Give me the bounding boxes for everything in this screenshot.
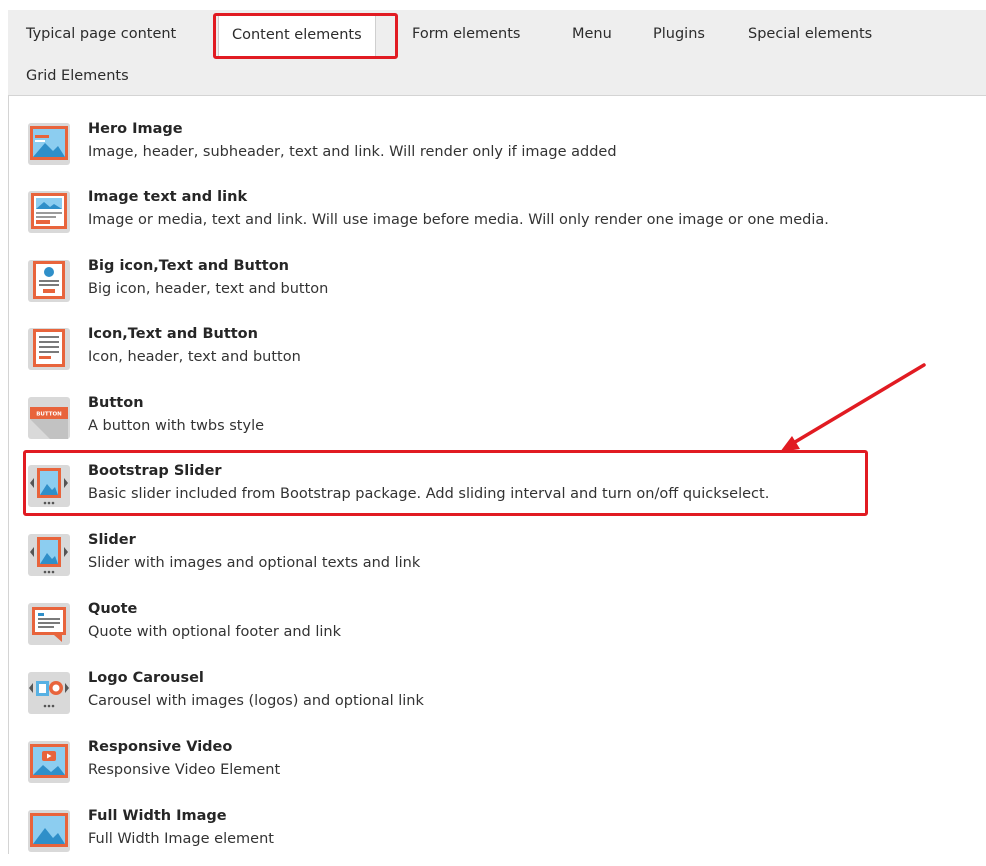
element-description: Responsive Video Element [88,762,281,778]
element-title: Responsive Video [88,739,233,755]
element-description: Image or media, text and link. Will use … [88,212,829,228]
element-description: Slider with images and optional texts an… [88,555,421,571]
logo-carousel-icon [26,670,72,716]
content-element-image-text-link[interactable]: Image text and link Image or media, text… [26,187,976,247]
element-description: Full Width Image element [88,831,274,847]
content-element-quote[interactable]: Quote Quote with optional footer and lin… [26,599,976,659]
content-element-hero-image[interactable]: Hero Image Image, header, subheader, tex… [26,119,976,179]
element-title: Slider [88,532,136,548]
tab-plugins[interactable]: Plugins [653,24,705,44]
tab-form-elements[interactable]: Form elements [412,24,520,44]
hero-image-icon [26,121,72,167]
element-description: Image, header, subheader, text and link.… [88,144,617,160]
element-title: Full Width Image [88,808,227,824]
tab-typical-page-content[interactable]: Typical page content [26,24,176,44]
element-description: Quote with optional footer and link [88,624,341,640]
button-icon: BUTTON [26,395,72,441]
big-icon-text-button-icon [26,258,72,304]
element-title: Button [88,395,144,411]
tab-menu[interactable]: Menu [572,24,612,44]
content-element-full-width-image[interactable]: Full Width Image Full Width Image elemen… [26,806,976,866]
element-title: Quote [88,601,138,617]
content-element-slider[interactable]: Slider Slider with images and optional t… [26,530,976,590]
item-highlight-box [23,450,868,516]
element-description: Big icon, header, text and button [88,281,329,297]
tab-highlight-box [213,13,398,59]
slider-icon [26,532,72,578]
element-description: Carousel with images (logos) and optiona… [88,693,424,709]
tab-grid-elements[interactable]: Grid Elements [26,66,129,86]
content-element-logo-carousel[interactable]: Logo Carousel Carousel with images (logo… [26,668,976,728]
element-title: Big icon,Text and Button [88,258,289,274]
content-element-big-icon-text-button[interactable]: Big icon,Text and Button Big icon, heade… [26,256,976,316]
element-title: Icon,Text and Button [88,326,258,342]
image-text-link-icon [26,189,72,235]
element-title: Image text and link [88,189,248,205]
element-description: Icon, header, text and button [88,349,301,365]
panel-left-border [8,96,9,854]
video-icon [26,739,72,785]
icon-text-button-icon [26,326,72,372]
tab-bar: Typical page content Content elements Fo… [8,10,986,96]
content-element-responsive-video[interactable]: Responsive Video Responsive Video Elemen… [26,737,976,797]
quote-icon [26,601,72,647]
button-icon-text: BUTTON [36,412,62,418]
full-width-image-icon [26,808,72,854]
content-element-icon-text-button[interactable]: Icon,Text and Button Icon, header, text … [26,324,976,384]
element-description: A button with twbs style [88,418,265,434]
content-element-button[interactable]: BUTTON Button A button with twbs style [26,393,976,453]
element-title: Hero Image [88,121,183,137]
tab-special-elements[interactable]: Special elements [748,24,872,44]
element-title: Logo Carousel [88,670,204,686]
